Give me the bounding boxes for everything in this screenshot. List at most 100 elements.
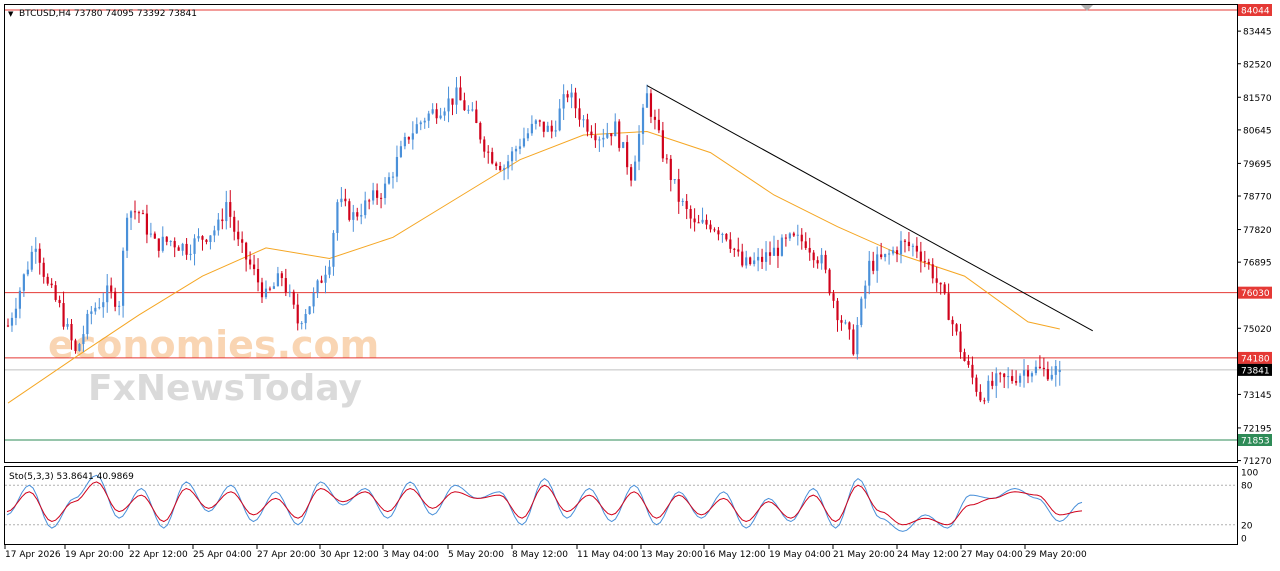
candle — [558, 99, 561, 132]
candle — [276, 266, 279, 287]
candle — [153, 231, 156, 239]
trendline — [646, 85, 1093, 332]
sto-tick-label: 20 — [1241, 521, 1253, 531]
chart-svg[interactable]: economies.com FxNewsToday 83445 82520 8157… — [0, 0, 1280, 567]
candle — [201, 235, 204, 251]
candle — [431, 103, 434, 115]
candle-body — [689, 209, 692, 219]
candle-body — [471, 109, 474, 111]
candle-body — [923, 261, 926, 263]
candle-body — [590, 131, 593, 136]
candle-body — [137, 212, 141, 214]
candle — [308, 306, 311, 315]
time-tick-label: 17 Apr 2026 — [5, 550, 61, 560]
candle-body — [352, 212, 355, 220]
price-badge-label: 74180 — [1241, 354, 1270, 364]
candle-body — [721, 233, 724, 235]
candle-body — [780, 237, 784, 256]
candle — [538, 119, 541, 127]
price-badge-label: 84044 — [1241, 7, 1270, 17]
candle — [46, 273, 49, 286]
candle — [987, 375, 990, 404]
candle — [772, 235, 776, 256]
candle-body — [757, 256, 760, 261]
candle — [967, 354, 970, 368]
time-tick-label: 19 May 04:00 — [769, 550, 831, 560]
candle — [570, 84, 573, 109]
candle — [352, 204, 355, 232]
candle-body — [741, 251, 744, 266]
time-tick-label: 30 Apr 12:00 — [320, 550, 379, 560]
candle-body — [661, 130, 664, 159]
candle-body — [681, 200, 684, 202]
candle-body — [677, 179, 680, 202]
candle-body — [463, 100, 466, 111]
candle — [487, 145, 490, 164]
candle-body — [300, 323, 303, 325]
stochastic-pane — [5, 474, 1237, 532]
candle — [320, 275, 323, 284]
candle — [324, 265, 327, 294]
candle-body — [391, 176, 395, 178]
candle-body — [129, 211, 133, 218]
candle — [114, 287, 117, 312]
candle — [661, 121, 664, 163]
candle-body — [768, 252, 772, 256]
candle-body — [30, 251, 33, 270]
candle — [118, 300, 121, 316]
candle — [546, 121, 549, 133]
candle-body — [201, 236, 204, 240]
candle — [574, 87, 577, 119]
dropdown-triangle-icon[interactable]: ▼ — [8, 10, 14, 18]
candle-body — [379, 197, 383, 199]
candle — [264, 280, 268, 300]
candle — [241, 231, 244, 254]
candle — [685, 194, 688, 220]
candle-body — [887, 253, 891, 255]
candle — [550, 120, 553, 139]
candle-body — [435, 109, 438, 119]
candle-body — [518, 146, 522, 149]
candle — [709, 220, 712, 233]
candle-body — [669, 158, 672, 180]
candle — [757, 248, 760, 272]
candle-body — [118, 305, 121, 307]
candle-body — [820, 254, 823, 264]
candle — [233, 210, 236, 241]
candle-body — [737, 249, 740, 252]
candle — [1018, 373, 1022, 387]
candle — [959, 323, 962, 359]
candle-body — [288, 291, 291, 293]
candle-body — [1050, 374, 1053, 380]
candle-body — [50, 283, 53, 286]
candle-body — [594, 135, 597, 141]
candle-body — [427, 113, 430, 121]
candle — [542, 121, 545, 138]
candle — [641, 103, 645, 145]
candle-body — [951, 319, 954, 325]
price-tick-label: 83445 — [1243, 28, 1272, 38]
candle — [157, 238, 160, 258]
candle — [717, 226, 720, 241]
candle — [18, 287, 21, 319]
candle-body — [907, 241, 911, 247]
candle — [979, 384, 982, 403]
candle-body — [1022, 370, 1026, 376]
candle-body — [1046, 369, 1049, 380]
candle-body — [506, 161, 510, 169]
candle-body — [836, 300, 839, 321]
candle-body — [955, 324, 958, 332]
time-tick-label: 21 May 20:00 — [833, 550, 895, 560]
candle-body — [840, 320, 843, 323]
candle-body — [161, 236, 164, 251]
candle — [217, 213, 220, 236]
candle-body — [495, 163, 498, 166]
candle-body — [431, 109, 434, 114]
candle-body — [872, 260, 875, 271]
candle-body — [713, 229, 716, 231]
candle-body — [475, 109, 478, 123]
candle — [669, 155, 672, 192]
candle-body — [38, 248, 41, 263]
candle-body — [185, 243, 188, 255]
candle-body — [598, 139, 601, 141]
